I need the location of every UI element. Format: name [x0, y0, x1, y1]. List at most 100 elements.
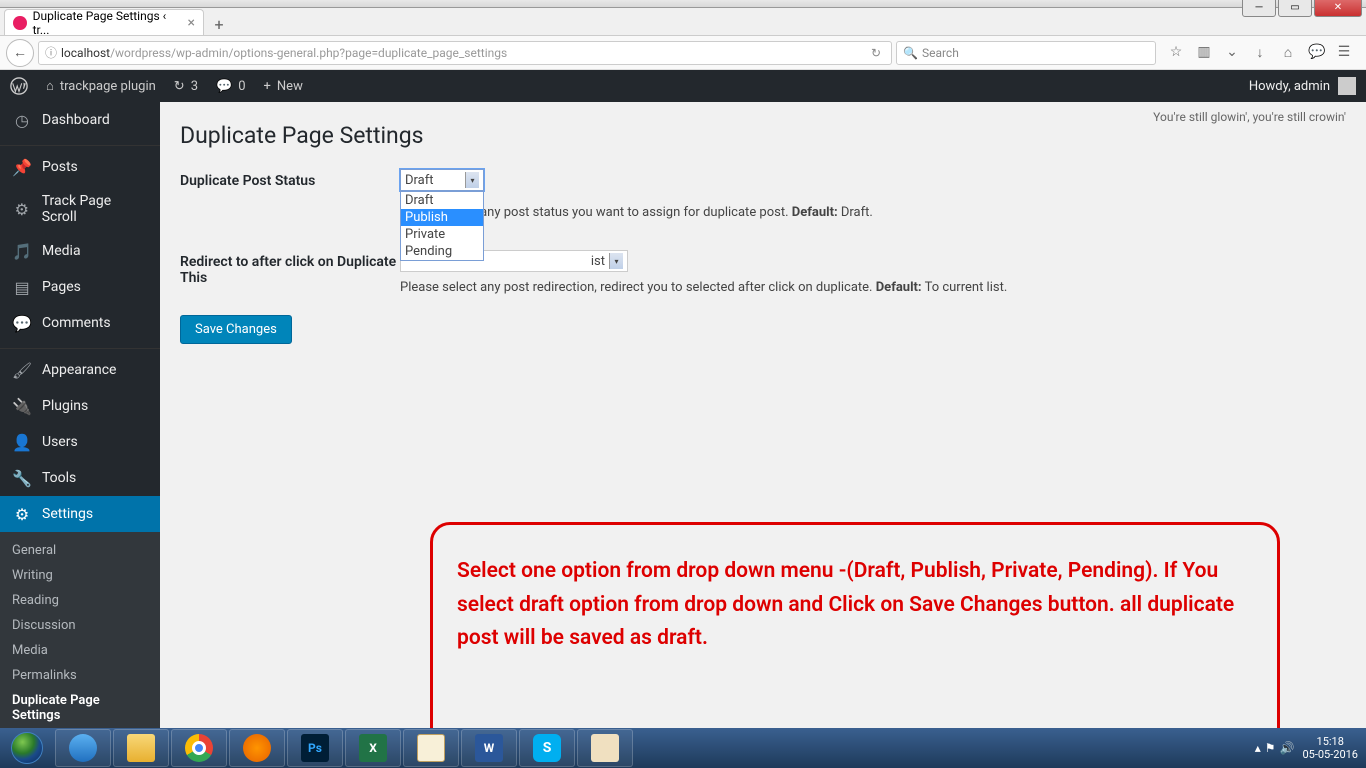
taskbar-word[interactable]: W: [461, 729, 517, 767]
chrome-icon: [185, 734, 213, 762]
folder-icon: [127, 734, 155, 762]
tab-close-icon[interactable]: ×: [188, 15, 195, 31]
chat-icon[interactable]: 💬: [1308, 44, 1324, 61]
bookmark-star-icon[interactable]: ☆: [1168, 44, 1184, 61]
browser-tab-strip: Duplicate Page Settings ‹ tr... × +: [0, 8, 1366, 36]
browser-tab-active[interactable]: Duplicate Page Settings ‹ tr... ×: [4, 9, 204, 35]
taskbar-explorer[interactable]: [113, 729, 169, 767]
library-icon[interactable]: ▥: [1196, 44, 1212, 61]
menu-track-page-scroll[interactable]: ⚙Track Page Scroll: [0, 185, 160, 233]
taskbar-skype[interactable]: S: [519, 729, 575, 767]
new-content-link[interactable]: + New: [264, 79, 303, 94]
submenu-general[interactable]: General: [0, 538, 160, 563]
option-pending[interactable]: Pending: [401, 243, 483, 260]
wrench-icon: 🔧: [12, 468, 32, 488]
tray-up-icon[interactable]: ▴: [1255, 741, 1261, 755]
downloads-icon[interactable]: ↓: [1252, 44, 1268, 61]
taskbar-excel[interactable]: X: [345, 729, 401, 767]
taskbar-ie[interactable]: [55, 729, 111, 767]
window-titlebar: ─ ▭ ✕: [0, 0, 1366, 8]
menu-appearance[interactable]: 🖌Appearance: [0, 352, 160, 388]
annotation-text: Select one option from drop down menu -(…: [457, 555, 1253, 656]
sliders-icon: ⚙: [12, 504, 32, 524]
ie-icon: [69, 734, 97, 762]
home-icon: ⌂: [46, 78, 54, 94]
submenu-duplicate-page-settings[interactable]: Duplicate Page Settings: [0, 688, 160, 728]
option-publish[interactable]: Publish: [401, 209, 483, 226]
back-button[interactable]: ←: [6, 39, 34, 67]
settings-submenu: General Writing Reading Discussion Media…: [0, 532, 160, 728]
submenu-media[interactable]: Media: [0, 638, 160, 663]
taskbar-chrome[interactable]: [171, 729, 227, 767]
windows-taskbar: Ps X W S ▴ ⚑ 🔊 15:18 05-05-2016: [0, 728, 1366, 768]
post-status-select[interactable]: Draft ▾: [400, 169, 484, 191]
admin-sidebar: ◷Dashboard 📌Posts ⚙Track Page Scroll 🎵Me…: [0, 102, 160, 728]
taskbar-paint[interactable]: [577, 729, 633, 767]
menu-media[interactable]: 🎵Media: [0, 233, 160, 269]
post-status-description: Please select any post status you want t…: [400, 205, 1346, 220]
new-tab-button[interactable]: +: [206, 13, 232, 35]
url-bar[interactable]: ⓘ localhost/wordpress/wp-admin/options-g…: [38, 41, 892, 65]
excel-icon: X: [359, 734, 387, 762]
browser-toolbar: ← ⓘ localhost/wordpress/wp-admin/options…: [0, 36, 1366, 70]
gauge-icon: ◷: [12, 110, 32, 130]
paint-icon: [591, 734, 619, 762]
comments-link[interactable]: 💬 0: [216, 79, 246, 94]
updates-link[interactable]: ↻ 3: [174, 79, 198, 94]
start-button[interactable]: [0, 728, 54, 768]
duplicate-post-status-label: Duplicate Post Status: [180, 169, 400, 220]
word-icon: W: [475, 734, 503, 762]
tab-title: Duplicate Page Settings ‹ tr...: [33, 9, 182, 37]
redirect-label: Redirect to after click on Duplicate Thi…: [180, 250, 400, 295]
reload-icon[interactable]: ↻: [867, 46, 885, 60]
option-private[interactable]: Private: [401, 226, 483, 243]
submenu-permalinks[interactable]: Permalinks: [0, 663, 160, 688]
submenu-writing[interactable]: Writing: [0, 563, 160, 588]
brush-icon: 🖌: [12, 360, 32, 380]
photoshop-icon: Ps: [301, 734, 329, 762]
firefox-icon: [243, 734, 271, 762]
window-maximize-button[interactable]: ▭: [1278, 0, 1312, 17]
menu-pages[interactable]: ▤Pages: [0, 269, 160, 305]
window-close-button[interactable]: ✕: [1314, 0, 1362, 17]
media-icon: 🎵: [12, 241, 32, 261]
tray-flag-icon[interactable]: ⚑: [1265, 741, 1276, 755]
hello-dolly-lyric: You're still glowin', you're still crowi…: [1153, 110, 1346, 124]
menu-posts[interactable]: 📌Posts: [0, 149, 160, 185]
avatar: [1338, 77, 1356, 95]
home-icon[interactable]: ⌂: [1280, 44, 1296, 61]
menu-dashboard[interactable]: ◷Dashboard: [0, 102, 160, 138]
account-menu[interactable]: Howdy, admin: [1249, 77, 1356, 95]
save-changes-button[interactable]: Save Changes: [180, 315, 292, 344]
chevron-down-icon: ▾: [465, 172, 479, 188]
wp-logo-icon[interactable]: [10, 77, 28, 95]
taskbar-clock[interactable]: 15:18 05-05-2016: [1302, 735, 1358, 761]
system-tray[interactable]: ▴ ⚑ 🔊: [1255, 741, 1295, 755]
page-icon: ▤: [12, 277, 32, 297]
menu-plugins[interactable]: 🔌Plugins: [0, 388, 160, 424]
window-minimize-button[interactable]: ─: [1242, 0, 1276, 17]
submenu-discussion[interactable]: Discussion: [0, 613, 160, 638]
page-title: Duplicate Page Settings: [180, 122, 1346, 149]
taskbar-firefox[interactable]: [229, 729, 285, 767]
site-name-link[interactable]: ⌂ trackpage plugin: [46, 78, 156, 94]
submenu-reading[interactable]: Reading: [0, 588, 160, 613]
user-icon: 👤: [12, 432, 32, 452]
menu-settings[interactable]: ⚙Settings: [0, 496, 160, 532]
wp-admin-bar: ⌂ trackpage plugin ↻ 3 💬 0 + New Howdy, …: [0, 70, 1366, 102]
refresh-icon: ↻: [174, 79, 185, 94]
menu-comments[interactable]: 💬Comments: [0, 305, 160, 341]
taskbar-notepad[interactable]: [403, 729, 459, 767]
redirect-description: Please select any post redirection, redi…: [400, 280, 1346, 295]
menu-tools[interactable]: 🔧Tools: [0, 460, 160, 496]
tray-volume-icon[interactable]: 🔊: [1280, 741, 1295, 755]
menu-separator: [0, 344, 160, 349]
option-draft[interactable]: Draft: [401, 192, 483, 209]
gear-icon: ⚙: [12, 199, 32, 219]
pocket-icon[interactable]: ⌄: [1224, 44, 1240, 61]
menu-icon[interactable]: ☰: [1336, 44, 1352, 61]
search-bar[interactable]: 🔍 Search: [896, 41, 1156, 65]
annotation-callout: Select one option from drop down menu -(…: [430, 522, 1280, 728]
menu-users[interactable]: 👤Users: [0, 424, 160, 460]
taskbar-photoshop[interactable]: Ps: [287, 729, 343, 767]
